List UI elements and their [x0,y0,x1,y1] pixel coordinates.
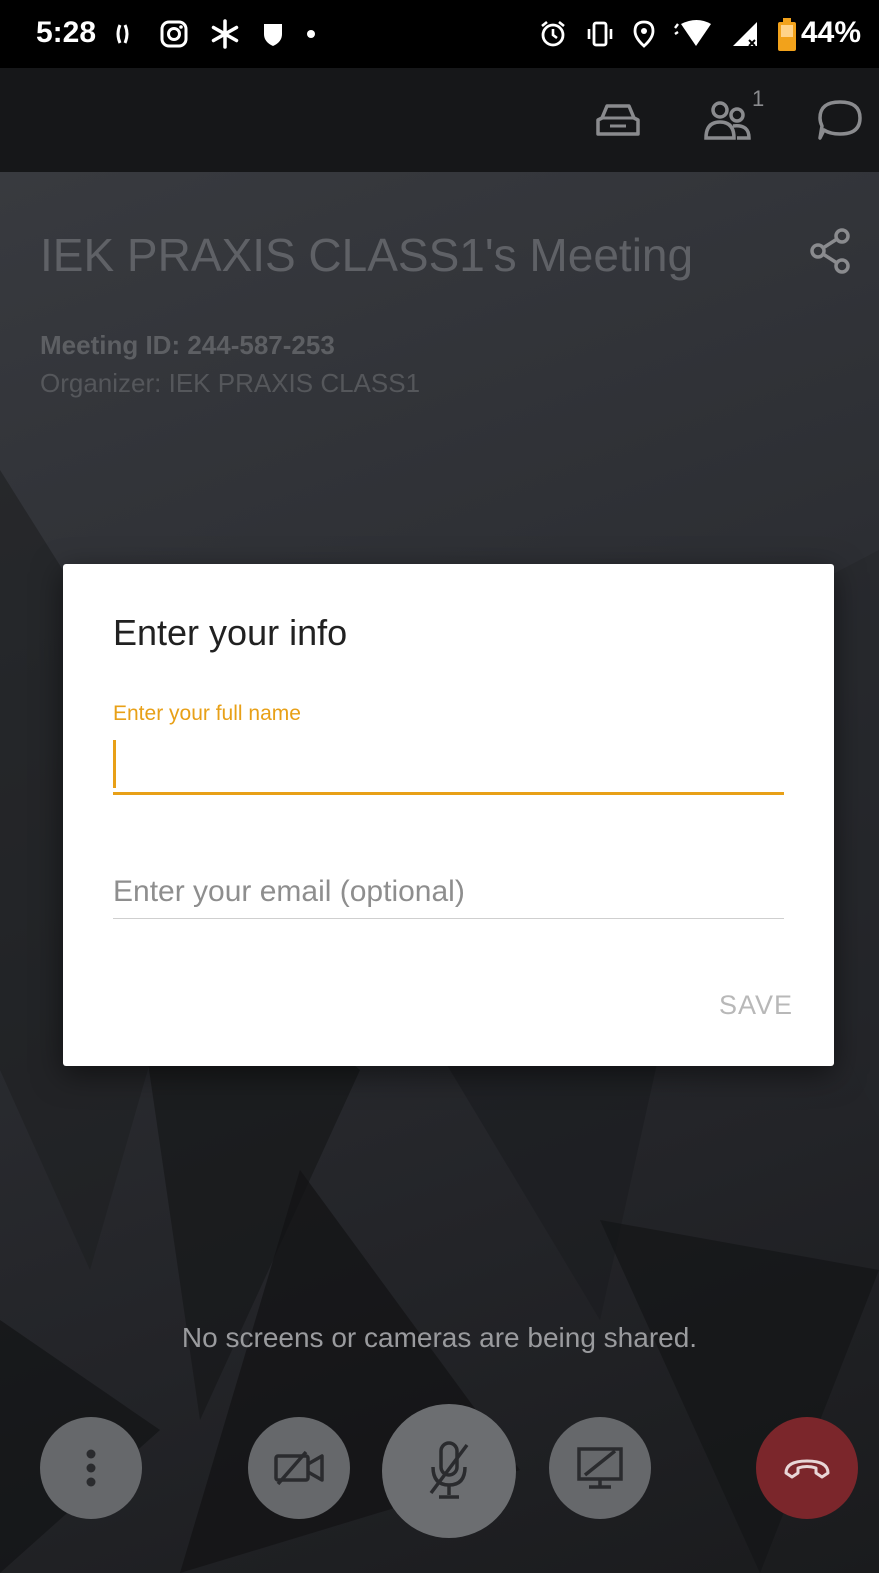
screen-share-toggle-button[interactable] [549,1417,651,1519]
full-name-field[interactable] [113,732,783,790]
meeting-id: Meeting ID: 244-587-253 [40,330,335,360]
camera-toggle-button[interactable] [248,1417,350,1519]
vibrate-icon [587,21,613,47]
share-icon[interactable] [806,226,856,276]
vibrate-signal-icon [116,24,129,44]
participants-count: 1 [752,86,765,111]
instagram-icon [160,20,188,48]
car-mode-icon[interactable] [590,92,646,148]
share-status-text: No screens or cameras are being shared. [181,1322,698,1353]
microphone-off-icon [429,1441,469,1499]
hang-up-icon [784,1459,830,1479]
cell-signal-icon [733,22,757,47]
full-name-underline [113,792,784,795]
notification-icons [116,12,316,56]
dialog-title: Enter your info [113,612,348,653]
shield-icon [264,24,282,46]
screen-share-off-icon [577,1447,623,1489]
full-name-label: Enter your full name [113,702,301,725]
snowflake-icon [211,19,239,49]
more-options-icon [86,1449,96,1487]
participants-icon[interactable] [700,92,756,148]
microphone-toggle-button[interactable] [382,1404,516,1538]
enter-info-dialog: Enter your info Enter your full name SAV… [63,564,834,1066]
battery-icon [778,18,796,51]
dot-icon [307,30,315,38]
system-icons [539,12,761,56]
meeting-screen: 5:28 44% 1 IEK PRAXIS CLASS1's Meeting M… [0,0,879,1573]
more-options-button[interactable] [40,1417,142,1519]
chat-icon[interactable] [812,92,868,148]
wifi-icon [674,20,711,46]
email-field[interactable] [113,868,783,916]
alarm-icon [541,20,565,47]
battery-percent: 44% [800,16,861,49]
camera-off-icon [274,1450,324,1486]
meeting-organizer: Organizer: IEK PRAXIS CLASS1 [40,368,421,398]
save-button[interactable]: SAVE [683,980,793,1030]
status-bar: 5:28 44% [0,0,879,68]
email-underline [113,918,784,919]
meeting-toolbar: 1 [0,68,879,172]
hang-up-button[interactable] [756,1417,858,1519]
meeting-title: IEK PRAXIS CLASS1's Meeting [40,229,694,281]
location-icon [633,20,655,48]
text-cursor [113,740,116,788]
status-time: 5:28 [36,16,97,49]
